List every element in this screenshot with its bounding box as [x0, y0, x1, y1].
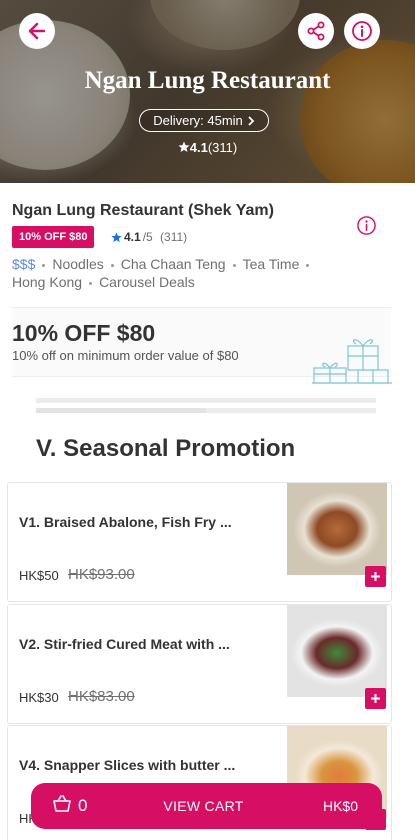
share-icon [307, 21, 325, 41]
menu-item-price: HK$50 [19, 568, 59, 583]
add-to-cart-button[interactable] [365, 688, 386, 709]
hero-dish-image [150, 0, 300, 50]
gift-icon [312, 339, 392, 384]
add-to-cart-button[interactable] [365, 566, 386, 587]
restaurant-name: Ngan Lung Restaurant (Shek Yam) [12, 202, 274, 219]
section-title: V. Seasonal Promotion [36, 435, 296, 462]
menu-item-image [287, 605, 387, 697]
promo-subtitle: 10% off on minimum order value of $80 [12, 348, 239, 363]
promo-banner[interactable]: 10% OFF $80 10% off on minimum order val… [12, 307, 392, 384]
rating-count: (311) [160, 230, 188, 244]
restaurant-rating: 4.1/5 (311) [111, 230, 187, 244]
rating-value: 4.1 [189, 140, 208, 155]
discount-badge: 10% OFF $80 [12, 226, 95, 248]
hero-rating: 4.1(311) [0, 140, 415, 155]
restaurant-info-button[interactable] [356, 215, 377, 241]
tag: Hong Kong [12, 274, 83, 290]
menu-item-image [287, 483, 387, 575]
restaurant-title: Ngan Lung Restaurant [84, 67, 331, 94]
star-icon [178, 141, 190, 152]
tag: Carousel Deals [99, 274, 195, 290]
tag: Cha Chaan Teng [120, 256, 226, 272]
rating-scale: /5 [142, 230, 153, 244]
menu-item-name: V4. Snapper Slices with butter ... [19, 757, 236, 773]
plus-icon [371, 694, 380, 703]
menu-item-name: V2. Stir-fried Cured Meat with ... [19, 636, 230, 652]
rating-count: (311) [207, 140, 238, 155]
delivery-time-label: Delivery: 45min [153, 113, 243, 128]
menu-item[interactable]: V2. Stir-fried Cured Meat with ... HK$30… [7, 604, 392, 724]
view-cart-button[interactable]: 0 VIEW CART HK$0 [31, 783, 382, 829]
cart-total: HK$0 [322, 798, 358, 814]
info-icon [357, 216, 376, 235]
hero-dish-image [300, 40, 415, 183]
info-icon [352, 21, 372, 41]
info-button[interactable] [344, 13, 380, 49]
promo-title: 10% OFF $80 [12, 320, 156, 346]
arrow-left-icon [28, 22, 46, 40]
price-level: $$$ [12, 256, 36, 272]
menu-item-price: HK$30 [19, 690, 59, 705]
star-icon [111, 231, 122, 242]
chevron-right-icon [248, 115, 255, 126]
menu-item[interactable]: V1. Braised Abalone, Fish Fry ... HK$50 … [7, 482, 392, 602]
tag: Noodles [52, 256, 104, 272]
plus-icon [371, 572, 380, 581]
menu-item-old-price: HK$93.00 [68, 566, 135, 583]
menu-item-name: V1. Braised Abalone, Fish Fry ... [19, 514, 232, 530]
rating-value: 4.1 [124, 230, 141, 244]
category-tabs-placeholder [36, 398, 376, 413]
delivery-time-button[interactable]: Delivery: 45min [139, 109, 269, 132]
tag: Tea Time [242, 256, 300, 272]
menu-item-old-price: HK$83.00 [68, 688, 135, 705]
back-button[interactable] [19, 13, 55, 49]
cuisine-tags: $$$ Noodles Cha Chaan Teng Tea Time Hong Kon… [12, 255, 392, 291]
share-button[interactable] [298, 13, 334, 49]
